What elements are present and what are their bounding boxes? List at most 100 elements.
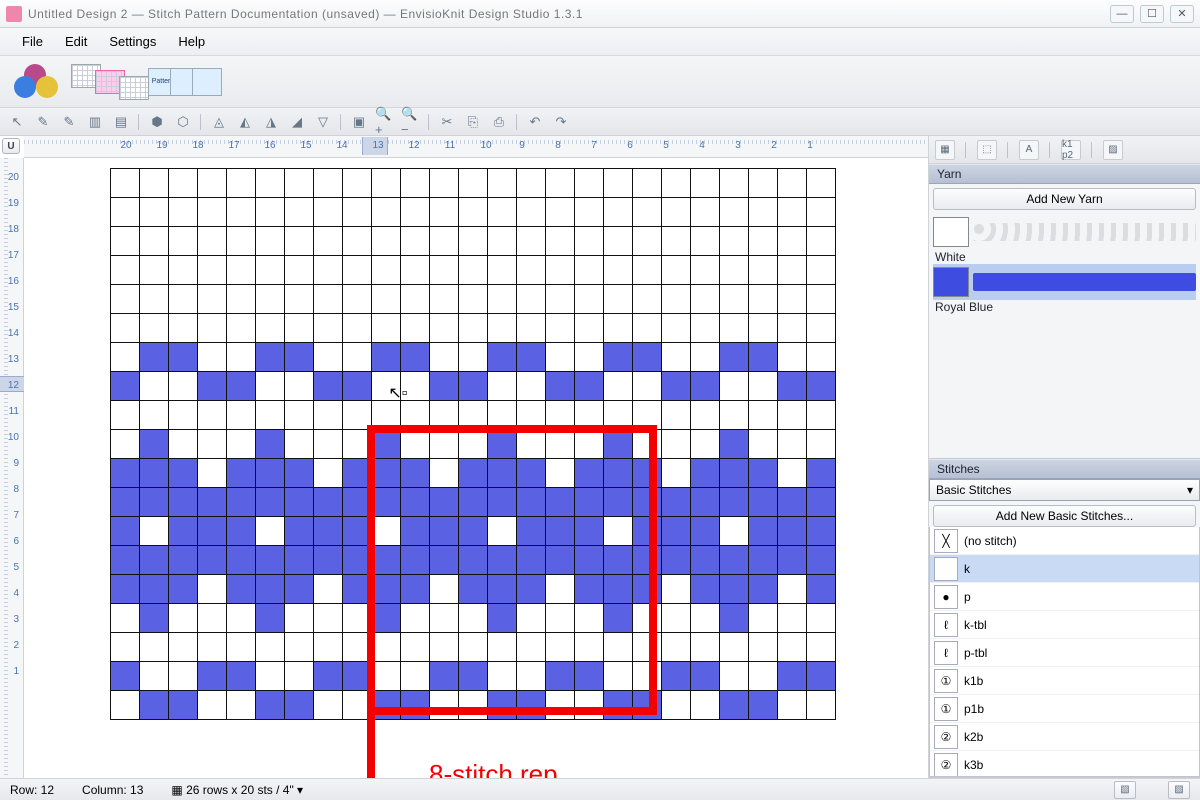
- stitch-row[interactable]: ℓ k-tbl: [930, 611, 1199, 639]
- work-area: U 2019181716151413121110987654321 201918…: [0, 136, 1200, 778]
- yarn-name: White: [933, 250, 1196, 264]
- tool-button[interactable]: ↶: [524, 111, 546, 133]
- tool-button[interactable]: 🔍+: [374, 111, 396, 133]
- stitch-category-select[interactable]: Basic Stitches▾: [929, 479, 1200, 501]
- stitch-label: (no stitch): [964, 534, 1017, 548]
- yarn-panel-header: Yarn: [929, 164, 1200, 184]
- stitch-row[interactable]: ① k1b: [930, 667, 1199, 695]
- side-tool-button[interactable]: ▦: [935, 140, 955, 160]
- stitch-row[interactable]: k: [930, 555, 1199, 583]
- repeat-highlight-box: [367, 425, 657, 715]
- minimize-button[interactable]: —: [1110, 5, 1134, 23]
- app-icon: [6, 6, 22, 22]
- close-button[interactable]: ✕: [1170, 5, 1194, 23]
- yarn-swatch: [933, 217, 969, 247]
- tool-button[interactable]: ◭: [234, 111, 256, 133]
- stitch-label: p1b: [964, 702, 984, 716]
- side-tool-button[interactable]: ▨: [1103, 140, 1123, 160]
- tool-button[interactable]: ◮: [260, 111, 282, 133]
- tool-button[interactable]: ▥: [84, 111, 106, 133]
- status-column: Column: 13: [82, 783, 143, 797]
- tool-button[interactable]: ▣: [348, 111, 370, 133]
- horizontal-ruler: 2019181716151413121110987654321: [24, 136, 928, 158]
- ruler-corner[interactable]: U: [2, 138, 20, 154]
- tool-button[interactable]: ✎: [58, 111, 80, 133]
- stitch-icon: ╳: [934, 529, 958, 553]
- tool-button[interactable]: ✂: [436, 111, 458, 133]
- side-tool-button[interactable]: ⬚: [977, 140, 997, 160]
- canvas[interactable]: U 2019181716151413121110987654321 201918…: [0, 136, 928, 778]
- chevron-down-icon: ▾: [1187, 483, 1193, 497]
- menu-help[interactable]: Help: [178, 34, 205, 49]
- yarn-palette-button[interactable]: [10, 62, 64, 102]
- tool-button[interactable]: ✎: [32, 111, 54, 133]
- separator: │: [514, 111, 520, 133]
- title-bar: Untitled Design 2 — Stitch Pattern Docum…: [0, 0, 1200, 28]
- yarn-wave: [973, 223, 1196, 241]
- menu-bar: File Edit Settings Help: [0, 28, 1200, 56]
- maximize-button[interactable]: ☐: [1140, 5, 1164, 23]
- side-panels: ▦│⬚│A│k1 p2│▨ Yarn Add New Yarn White Ro…: [928, 136, 1200, 778]
- charts-button[interactable]: [86, 62, 140, 102]
- menu-file[interactable]: File: [22, 34, 43, 49]
- stitch-label: k2b: [964, 730, 983, 744]
- tool-button[interactable]: ↖: [6, 111, 28, 133]
- vertical-ruler: 2019181716151413121110987654321: [0, 158, 24, 778]
- menu-settings[interactable]: Settings: [109, 34, 156, 49]
- tool-button[interactable]: ⎘: [462, 111, 484, 133]
- side-tool-button[interactable]: k1 p2: [1061, 140, 1081, 160]
- yarn-wave: [973, 273, 1196, 291]
- status-button-2[interactable]: ▨: [1168, 781, 1190, 799]
- menu-edit[interactable]: Edit: [65, 34, 87, 49]
- yarn-panel: Yarn Add New Yarn White Royal Blue: [929, 164, 1200, 459]
- tool-button[interactable]: ◬: [208, 111, 230, 133]
- stitch-row[interactable]: ②k3b: [930, 751, 1199, 777]
- stitch-label: k1b: [964, 674, 983, 688]
- stitch-row[interactable]: ●p: [930, 583, 1199, 611]
- separator: │: [198, 111, 204, 133]
- stitch-icon: [934, 557, 958, 581]
- main-toolbar: Pattern: [0, 56, 1200, 108]
- stitch-label: k-tbl: [964, 618, 987, 632]
- tool-button[interactable]: ▤: [110, 111, 132, 133]
- yarn-row[interactable]: [933, 214, 1196, 250]
- stitch-icon: ℓ: [934, 613, 958, 637]
- stitch-row[interactable]: ② k2b: [930, 723, 1199, 751]
- window-buttons: — ☐ ✕: [1110, 5, 1194, 23]
- stitch-label: k: [964, 562, 970, 576]
- stitches-panel-header: Stitches: [929, 459, 1200, 479]
- separator: │: [338, 111, 344, 133]
- stitch-row[interactable]: ℓp-tbl: [930, 639, 1199, 667]
- status-gauge[interactable]: ▦ 26 rows x 20 sts / 4" ▾: [171, 783, 303, 797]
- separator: │: [136, 111, 142, 133]
- stitch-icon: ①: [934, 669, 958, 693]
- patterns-button[interactable]: Pattern: [162, 62, 216, 102]
- tool-button[interactable]: ⎙: [488, 111, 510, 133]
- tool-button[interactable]: ◢: [286, 111, 308, 133]
- tool-button[interactable]: ⬡: [172, 111, 194, 133]
- side-toolbar: ▦│⬚│A│k1 p2│▨: [929, 136, 1200, 164]
- stitch-icon: ●: [934, 585, 958, 609]
- stitch-icon: ②: [934, 725, 958, 749]
- repeat-highlight-tail: [367, 715, 375, 778]
- stitch-list[interactable]: ╳(no stitch) k●pℓk-tblℓp-tbl①k1b①p1b②k2b…: [929, 527, 1200, 777]
- tool-button[interactable]: ▽: [312, 111, 334, 133]
- status-row: Row: 12: [10, 783, 54, 797]
- separator: │: [1005, 139, 1011, 161]
- tool-button[interactable]: ↷: [550, 111, 572, 133]
- stitch-label: p-tbl: [964, 646, 987, 660]
- status-button-1[interactable]: ▧: [1114, 781, 1136, 799]
- status-bar: Row: 12 Column: 13 ▦ 26 rows x 20 sts / …: [0, 778, 1200, 800]
- stitch-row[interactable]: ① p1b: [930, 695, 1199, 723]
- yarn-row[interactable]: [933, 264, 1196, 300]
- stitch-row[interactable]: ╳ (no stitch): [930, 527, 1199, 555]
- stitch-icon: ①: [934, 697, 958, 721]
- add-yarn-button[interactable]: Add New Yarn: [933, 188, 1196, 210]
- repeat-label: 8-stitch rep: [429, 759, 558, 778]
- stitches-panel: Stitches Basic Stitches▾ Add New Basic S…: [929, 459, 1200, 778]
- tool-button[interactable]: 🔍−: [400, 111, 422, 133]
- separator: │: [963, 139, 969, 161]
- add-stitch-button[interactable]: Add New Basic Stitches...: [933, 505, 1196, 527]
- tool-button[interactable]: ⬢: [146, 111, 168, 133]
- side-tool-button[interactable]: A: [1019, 140, 1039, 160]
